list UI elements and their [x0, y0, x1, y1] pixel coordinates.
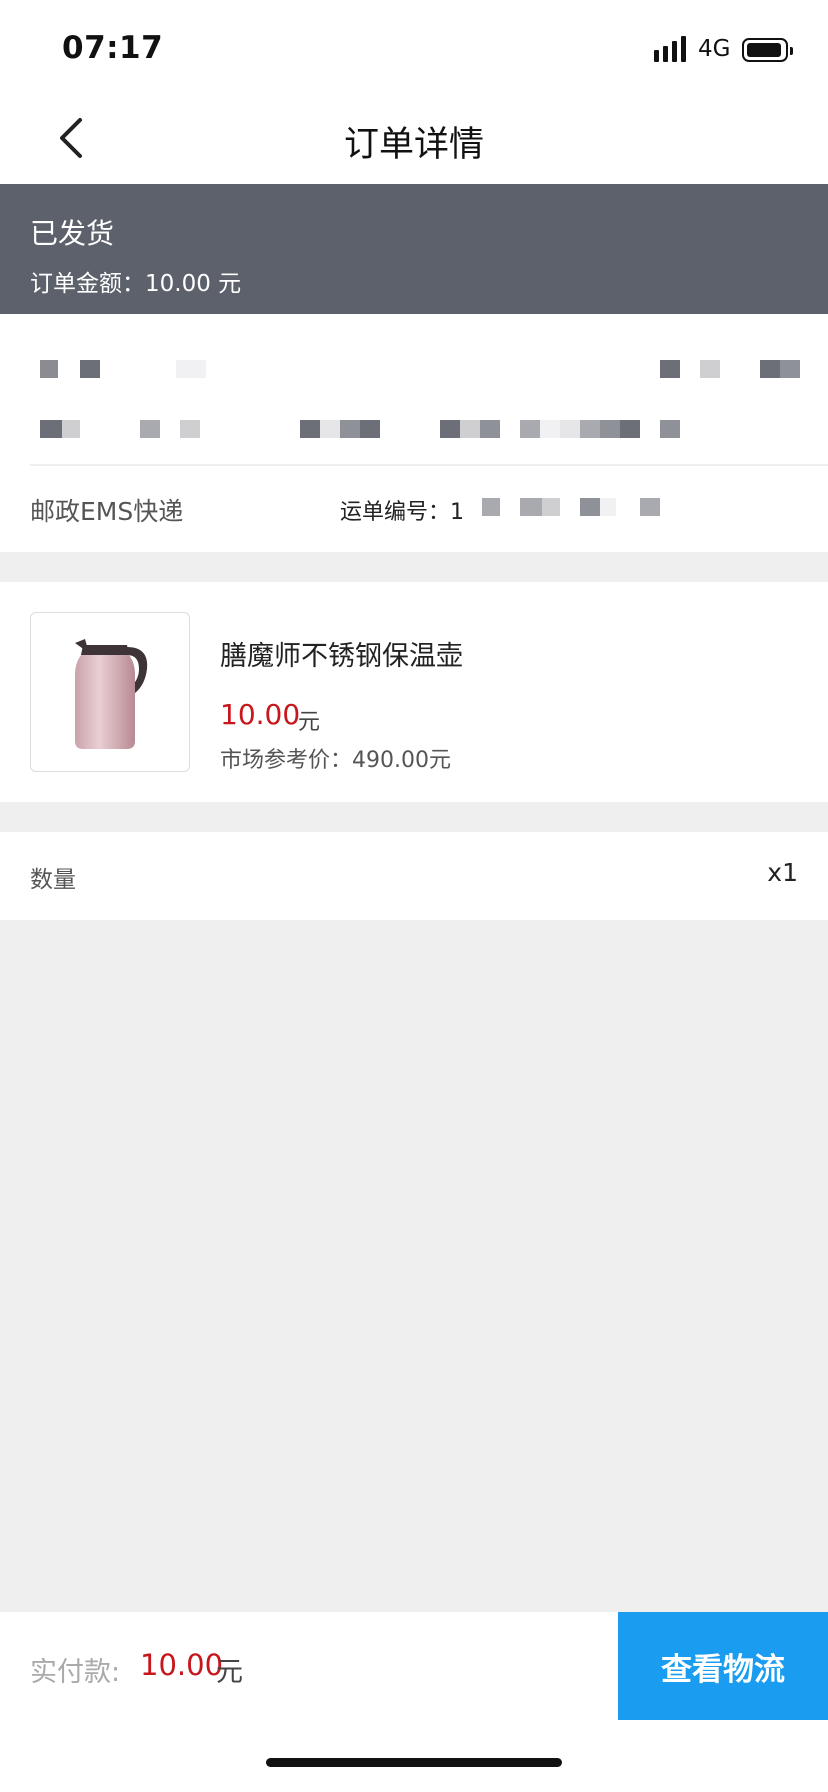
divider [30, 464, 828, 466]
waybill-number: 运单编号：1 [340, 494, 464, 526]
network-type: 4G [698, 36, 731, 62]
order-state: 已发货 [30, 217, 115, 250]
order-status-banner: 已发货 订单金额：10.00 元 [0, 184, 828, 314]
nav-bar: 订单详情 [0, 92, 828, 184]
market-price: 市场参考价：490.00元 [220, 748, 451, 773]
product-price: 10.00 [220, 698, 301, 731]
quantity-value: x1 [767, 858, 798, 887]
product-card[interactable]: 膳魔师不锈钢保温壶 10.00 元 市场参考价：490.00元 [0, 582, 828, 802]
bottom-bar: 实付款: 10.00 元 查看物流 [0, 1612, 828, 1720]
order-amount: 订单金额：10.00 元 [30, 271, 242, 297]
payment-label: 实付款: [30, 1657, 121, 1688]
thermos-icon [75, 639, 148, 749]
home-indicator-area [0, 1720, 828, 1792]
battery-icon [742, 38, 793, 62]
signal-icon [654, 36, 686, 62]
product-price-unit: 元 [298, 710, 321, 735]
product-image[interactable] [30, 612, 190, 772]
page-title: 订单详情 [343, 125, 484, 165]
quantity-row: 数量 x1 [0, 832, 828, 920]
payment-amount: 10.00 [140, 1648, 224, 1682]
waybill-label: 运单编号：1 [340, 500, 464, 525]
carrier-name: 邮政EMS快递 [30, 497, 184, 526]
product-name: 膳魔师不锈钢保温壶 [220, 641, 463, 672]
payment-unit: 元 [216, 1657, 243, 1688]
shipping-address-card: 邮政EMS快递 运单编号：1 [0, 314, 828, 552]
status-bar: 07:17 4G [0, 0, 828, 92]
view-logistics-button[interactable]: 查看物流 [618, 1612, 828, 1720]
quantity-label: 数量 [30, 867, 76, 893]
status-time: 07:17 [62, 30, 164, 66]
home-indicator[interactable] [266, 1758, 562, 1767]
